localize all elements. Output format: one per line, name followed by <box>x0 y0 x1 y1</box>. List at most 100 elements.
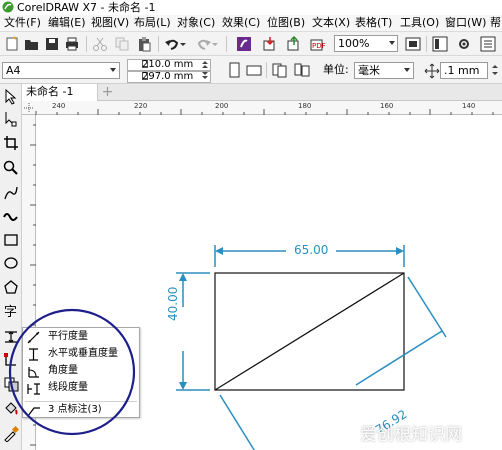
chevron-down-icon <box>389 41 395 45</box>
snap-to-icon[interactable] <box>432 36 448 52</box>
search-icon[interactable] <box>236 36 252 52</box>
dimension-tool-icon[interactable] <box>3 329 19 345</box>
redo-dropdown-icon[interactable] <box>212 36 218 52</box>
menu-file[interactable]: 文件(F) <box>4 15 41 31</box>
nudge-distance-value: .1 mm <box>444 64 480 77</box>
zoom-level-value: 100% <box>338 37 370 50</box>
save-icon[interactable] <box>44 36 60 52</box>
horizontal-ruler[interactable]: 240 220 200 180 160 140 <box>22 101 502 115</box>
nudge-stepper-icon[interactable] <box>490 62 500 78</box>
landscape-icon[interactable] <box>246 62 262 78</box>
toolbox: 字 <box>0 84 22 450</box>
ruler-label: 140 <box>462 102 476 110</box>
zoom-level-select[interactable]: 100% <box>334 35 398 52</box>
rectangle-tool-icon[interactable] <box>3 232 19 248</box>
watermark-text: 爱创根知识网 <box>360 425 462 445</box>
horizontal-ruler-ticks <box>35 109 494 115</box>
nudge-distance-field[interactable]: .1 mm <box>440 62 488 79</box>
ruler-label: 240 <box>52 102 66 110</box>
portrait-icon[interactable] <box>226 62 242 78</box>
standard-toolbar: PDF 100% <box>0 32 502 56</box>
full-screen-icon[interactable] <box>405 36 421 52</box>
chevron-down-icon <box>110 68 116 72</box>
menu-edit[interactable]: 编辑(E) <box>48 15 86 31</box>
flyout-item-angular-dimension[interactable]: 角度量 <box>23 363 139 380</box>
flyout-item-horizontal-vertical-dimension[interactable]: 水平或垂直度量 <box>23 346 139 363</box>
page-height-field[interactable]: 297.0 mm <box>127 71 211 83</box>
redo-icon[interactable] <box>196 36 212 52</box>
menu-tools[interactable]: 工具(O) <box>400 15 439 31</box>
current-page-icon[interactable] <box>294 62 310 78</box>
toolbar-separator <box>86 36 87 52</box>
print-icon[interactable] <box>64 36 80 52</box>
connector-tool-icon[interactable] <box>3 352 19 368</box>
all-pages-icon[interactable] <box>272 62 288 78</box>
options-icon[interactable] <box>456 36 472 52</box>
units-select[interactable]: 毫米 <box>354 62 414 79</box>
window-title: CorelDRAW X7 - 未命名 -1 <box>17 1 156 14</box>
toolbar-separator <box>426 36 427 52</box>
polygon-tool-icon[interactable] <box>3 279 19 295</box>
undo-dropdown-icon[interactable] <box>180 36 186 52</box>
title-bar: CorelDRAW X7 - 未命名 -1 <box>0 0 502 15</box>
export-icon[interactable] <box>286 36 302 52</box>
ellipse-tool-icon[interactable] <box>3 255 19 271</box>
artistic-media-icon[interactable] <box>3 208 19 224</box>
add-tab-button[interactable]: + <box>100 85 115 100</box>
zoom-tool-icon[interactable] <box>3 160 19 176</box>
text-tool-icon[interactable]: 字 <box>3 303 19 319</box>
units-value: 毫米 <box>358 64 380 77</box>
cut-icon[interactable] <box>92 36 108 52</box>
menu-help[interactable]: 帮 <box>490 15 501 31</box>
document-tab[interactable]: 未命名 -1 <box>22 84 98 101</box>
parallel-dimension-icon <box>27 331 40 344</box>
menu-effects[interactable]: 效果(C) <box>222 15 260 31</box>
eyedropper-tool-icon[interactable] <box>3 426 19 442</box>
menu-text[interactable]: 文本(X) <box>312 15 350 31</box>
freehand-tool-icon[interactable] <box>3 185 19 201</box>
segment-dimension-icon <box>27 383 40 395</box>
ruler-origin-icon[interactable] <box>23 102 35 114</box>
menu-object[interactable]: 对象(C) <box>177 15 215 31</box>
ruler-label: 200 <box>215 102 229 110</box>
three-point-callout-icon <box>27 407 40 417</box>
publish-icon[interactable]: PDF <box>310 36 326 52</box>
open-icon[interactable] <box>24 36 40 52</box>
toolbar-separator <box>158 36 159 52</box>
ruler-label: 180 <box>298 102 312 110</box>
flyout-item-label: 3 点标注(3) <box>48 404 102 415</box>
menu-bar: 文件(F) 编辑(E) 视图(V) 布局(L) 对象(C) 效果(C) 位图(B… <box>0 15 502 32</box>
toolbar-separator <box>266 62 267 78</box>
new-icon[interactable] <box>4 36 20 52</box>
flyout-item-three-point-callout[interactable]: 3 点标注(3) <box>23 402 139 419</box>
flyout-item-label: 水平或垂直度量 <box>48 348 118 359</box>
menu-bitmaps[interactable]: 位图(B) <box>267 15 305 31</box>
menu-view[interactable]: 视图(V) <box>91 15 129 31</box>
menu-window[interactable]: 窗口(W) <box>445 15 486 31</box>
toolbar-separator <box>226 36 227 52</box>
angular-dimension-icon <box>28 367 39 378</box>
undo-icon[interactable] <box>164 36 180 52</box>
paste-icon[interactable] <box>136 36 152 52</box>
flyout-item-label: 线段度量 <box>48 382 88 393</box>
menu-layout[interactable]: 布局(L) <box>134 15 171 31</box>
copy-icon[interactable] <box>114 36 130 52</box>
crop-tool-icon[interactable] <box>3 135 19 151</box>
shape-tool-icon[interactable] <box>3 111 19 127</box>
app-launcher-icon[interactable] <box>480 36 496 52</box>
flyout-item-parallel-dimension[interactable]: 平行度量 <box>23 329 139 346</box>
import-icon[interactable] <box>262 36 278 52</box>
chevron-down-icon <box>404 68 410 72</box>
page-size-value: A4 <box>6 64 21 77</box>
svg-text:PDF: PDF <box>312 42 326 50</box>
fill-tool-icon[interactable] <box>3 400 19 416</box>
interactive-effects-icon[interactable] <box>3 376 19 392</box>
menu-table[interactable]: 表格(T) <box>355 15 392 31</box>
dimension-stepper-icon[interactable] <box>200 59 210 81</box>
height-dimension-label: 40.00 <box>166 286 180 321</box>
page-size-select[interactable]: A4 <box>2 62 120 79</box>
page-width-field[interactable]: 210.0 mm <box>127 59 211 71</box>
page-height-value: 297.0 mm <box>142 71 194 82</box>
pick-tool-icon[interactable] <box>3 89 19 105</box>
flyout-item-segment-dimension[interactable]: 线段度量 <box>23 380 139 397</box>
